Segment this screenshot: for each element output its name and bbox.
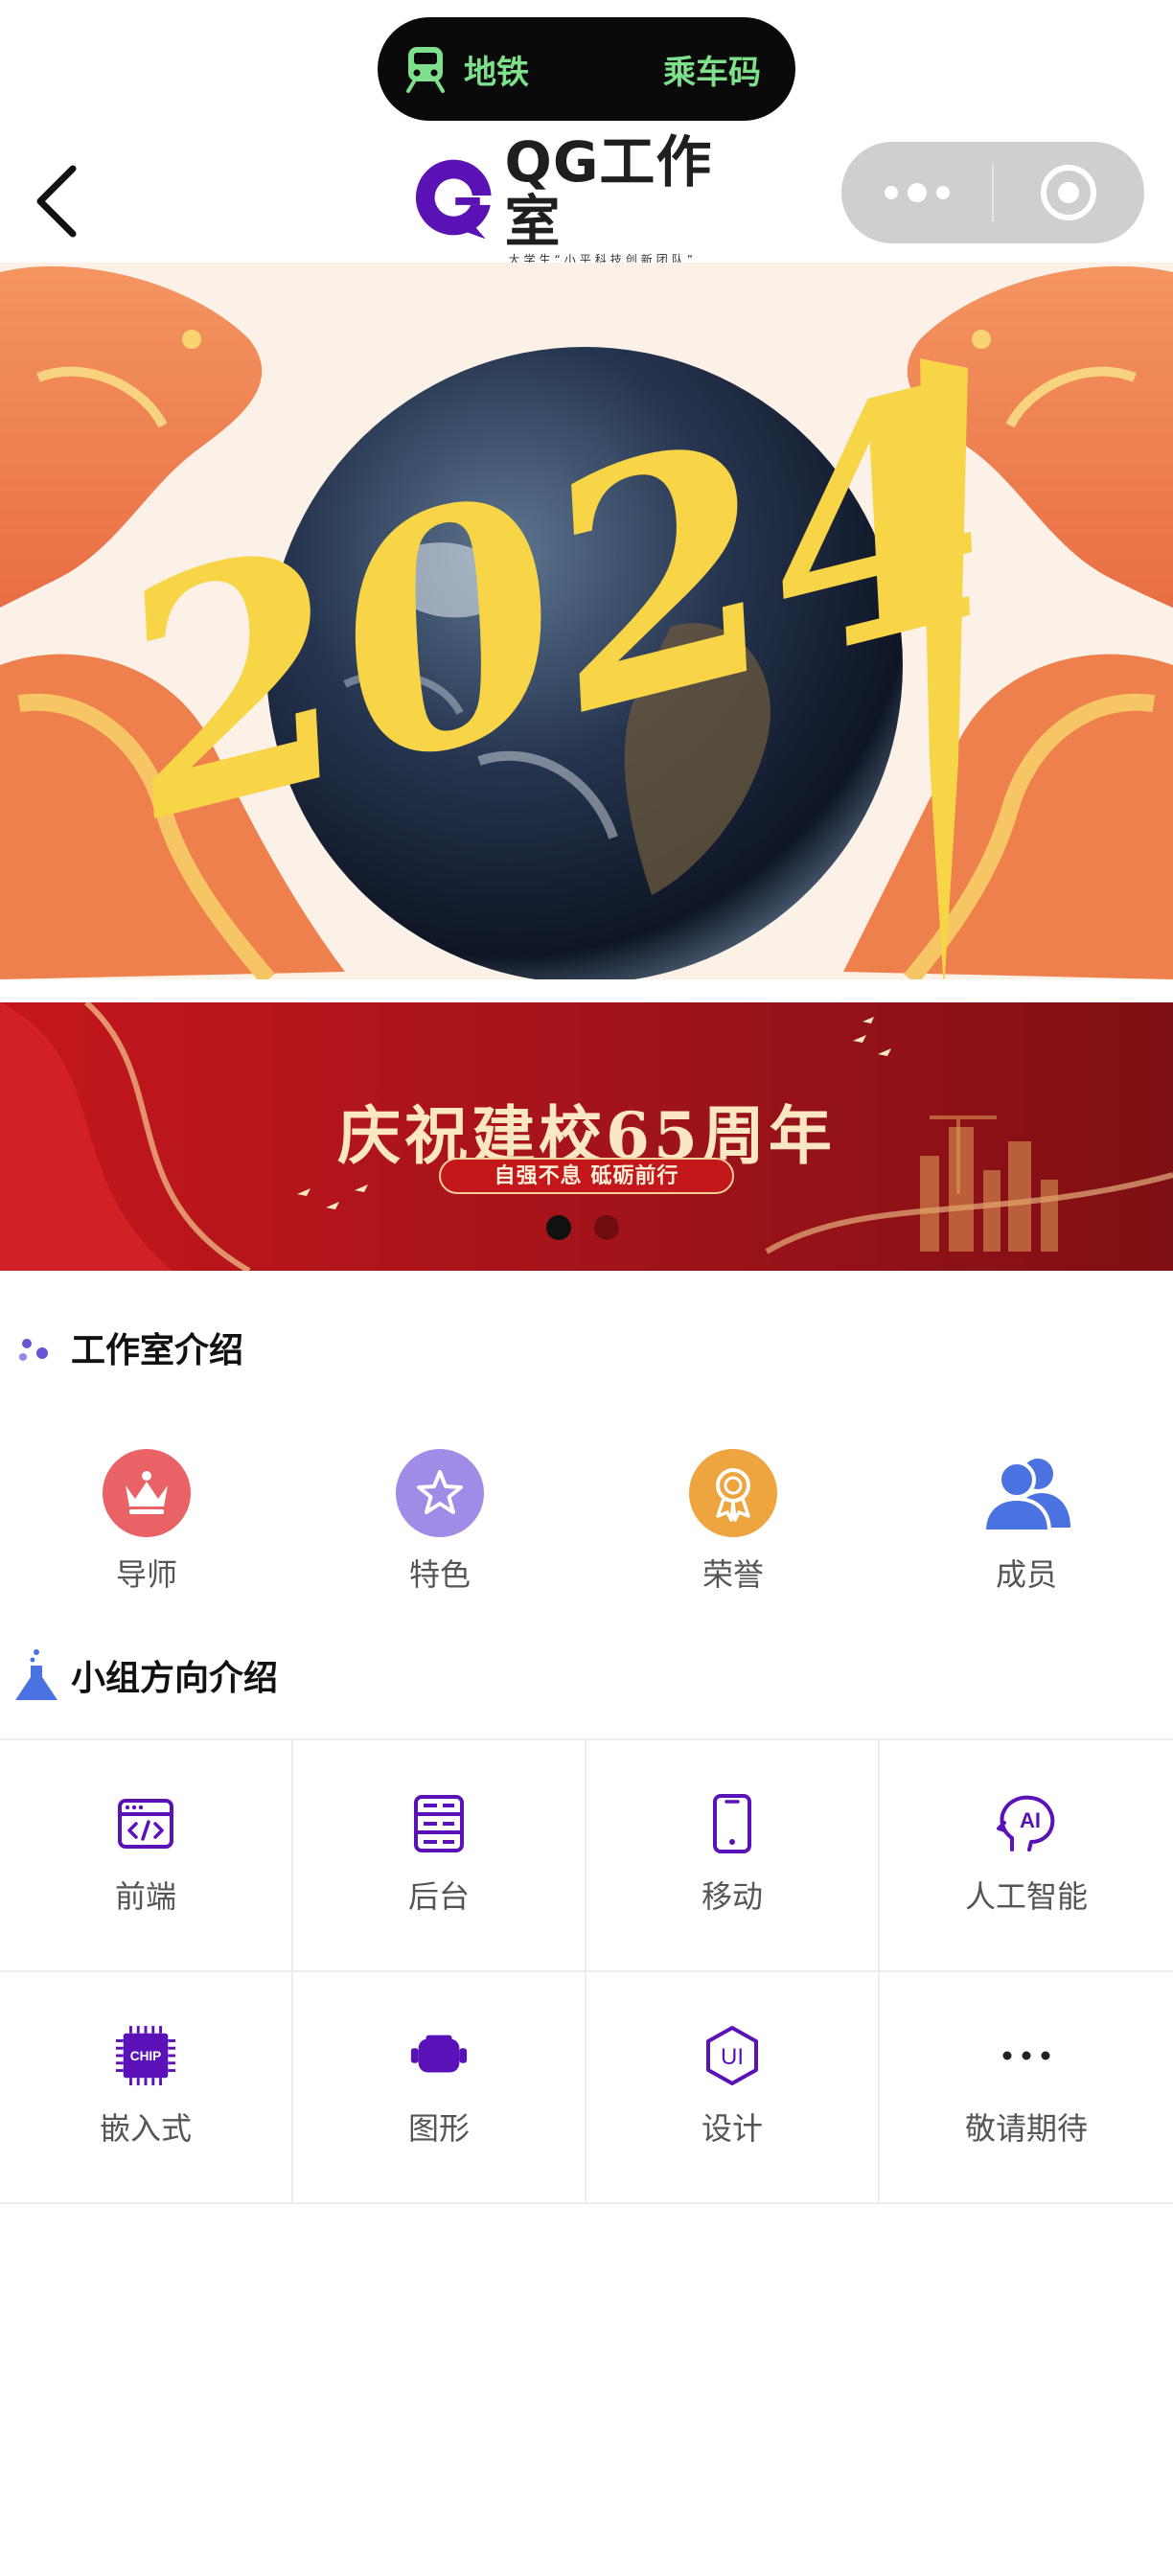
intro-label: 特色 [408, 1556, 471, 1593]
intro-item-honor[interactable]: 荣誉 [586, 1449, 880, 1602]
group-item-design[interactable]: UI 设计 [586, 1972, 880, 2202]
miniprogram-capsule [841, 142, 1144, 243]
intro-item-mentor[interactable]: 导师 [0, 1449, 293, 1602]
logo-title: QG工作室 [504, 128, 713, 254]
star-icon [396, 1449, 484, 1537]
anniversary-banner[interactable]: 庆祝建校65周年 自强不息 砥砺前行 [0, 1002, 1173, 1271]
group-item-embedded[interactable]: CHIP 嵌入式 [0, 1972, 293, 2202]
navigation-bar: QG工作室 大学生“小平科技创新团队” [0, 132, 1173, 266]
chip-icon: CHIP [114, 2024, 177, 2087]
pager-dot[interactable] [594, 1215, 619, 1240]
group-label: 图形 [407, 2110, 470, 2147]
group-item-frontend[interactable]: 前端 [0, 1740, 293, 1970]
intro-item-feature[interactable]: 特色 [293, 1449, 586, 1602]
intro-label: 成员 [995, 1556, 1057, 1593]
group-item-graphics[interactable]: 图形 [293, 1972, 586, 2202]
users-icon [982, 1449, 1070, 1537]
ride-code-label[interactable]: 乘车码 [663, 46, 761, 93]
group-label: 人工智能 [964, 1878, 1088, 1915]
group-label: 敬请期待 [964, 2110, 1088, 2147]
flask-icon [15, 1649, 58, 1700]
svg-text:CHIP: CHIP [130, 2049, 161, 2063]
pager-dot-active[interactable] [546, 1215, 571, 1240]
studio-intro-row: 导师 特色 荣誉 成员 [0, 1449, 1173, 1602]
transit-status-pill[interactable]: 地铁 乘车码 [378, 17, 795, 121]
vr-headset-icon [407, 2024, 471, 2087]
group-item-mobile[interactable]: 移动 [586, 1740, 880, 1970]
banner-pager[interactable] [546, 1215, 619, 1240]
group-label: 后台 [407, 1878, 470, 1915]
metro-label: 地铁 [464, 53, 529, 92]
svg-text:AI: AI [1020, 1808, 1041, 1832]
svg-text:UI: UI [721, 2044, 744, 2070]
group-label: 前端 [114, 1878, 176, 1915]
target-circle-icon [1041, 165, 1097, 220]
dots-cluster-icon [19, 1339, 48, 1361]
ui-badge-icon: UI [701, 2024, 764, 2087]
crown-icon [103, 1449, 191, 1537]
chevron-left-icon [36, 165, 77, 238]
banner-slogan: 自强不息 砥砺前行 [439, 1158, 734, 1194]
server-icon [407, 1792, 471, 1855]
intro-label: 导师 [115, 1556, 177, 1593]
group-item-backend[interactable]: 后台 [293, 1740, 586, 1970]
intro-label: 荣誉 [702, 1556, 764, 1593]
more-button[interactable] [841, 142, 992, 243]
close-button[interactable] [994, 142, 1144, 243]
back-button[interactable] [29, 163, 96, 240]
train-icon [404, 45, 447, 93]
group-label: 设计 [701, 2110, 763, 2147]
qg-studio-logo: QG工作室 大学生“小平科技创新团队” [410, 132, 765, 266]
phone-icon [701, 1792, 764, 1855]
group-label: 移动 [701, 1878, 763, 1915]
more-dots-icon [884, 183, 950, 202]
studio-intro-header: 工作室介绍 [13, 1322, 243, 1372]
code-window-icon [114, 1792, 177, 1855]
section-title: 小组方向介绍 [71, 1659, 279, 1698]
medal-icon [689, 1449, 777, 1537]
hero-2024-image[interactable]: 2024 [0, 263, 1173, 979]
group-item-coming-soon[interactable]: 敬请期待 [880, 1972, 1173, 2202]
ai-head-icon: AI [995, 1792, 1058, 1855]
intro-item-members[interactable]: 成员 [880, 1449, 1173, 1602]
group-direction-grid: 前端 后台 移动 AI 人工智能 CHIP 嵌入式 图形 UI 设计 敬请期待 [0, 1738, 1173, 2204]
group-intro-header: 小组方向介绍 [13, 1648, 278, 1702]
qg-logo-mark-icon [415, 159, 492, 240]
grid-row: CHIP 嵌入式 图形 UI 设计 敬请期待 [0, 1972, 1173, 2204]
group-label: 嵌入式 [99, 2110, 192, 2147]
group-item-ai[interactable]: AI 人工智能 [880, 1740, 1173, 1970]
ellipsis-icon [995, 2024, 1058, 2087]
section-title: 工作室介绍 [71, 1331, 244, 1370]
grid-row: 前端 后台 移动 AI 人工智能 [0, 1740, 1173, 1972]
